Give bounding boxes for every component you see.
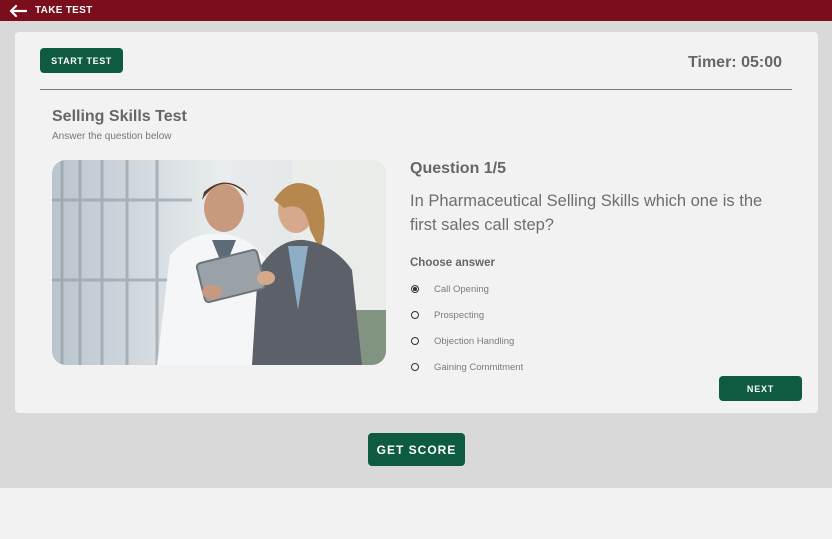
- test-subtitle: Answer the question below: [52, 131, 172, 142]
- question-text: In Pharmaceutical Selling Skills which o…: [410, 192, 763, 234]
- footer-area: [0, 488, 832, 539]
- radio-button[interactable]: [411, 311, 419, 319]
- choose-answer-label: Choose answer: [410, 257, 495, 269]
- answer-option-objection-handling[interactable]: Objection Handling: [411, 334, 514, 348]
- answer-option-call-opening[interactable]: Call Opening: [411, 282, 489, 296]
- answer-option-prospecting[interactable]: Prospecting: [411, 308, 484, 322]
- two-people-with-tablet-illustration: [52, 160, 386, 365]
- test-card: START TEST Timer: 05:00 Selling Skills T…: [15, 32, 818, 413]
- timer: Timer: 05:00: [688, 54, 782, 71]
- radio-button[interactable]: [411, 363, 419, 371]
- question-image: [52, 160, 386, 365]
- test-title: Selling Skills Test: [52, 108, 187, 125]
- answer-option-gaining-commitment[interactable]: Gaining Commitment: [411, 360, 523, 374]
- radio-button[interactable]: [411, 285, 419, 293]
- start-test-button[interactable]: START TEST: [40, 48, 123, 73]
- radio-button[interactable]: [411, 337, 419, 345]
- question-number: Question 1/5: [410, 160, 507, 177]
- arrow-left-icon[interactable]: [9, 4, 29, 18]
- top-bar: TAKE TEST: [0, 0, 832, 21]
- divider: [40, 89, 792, 90]
- page-title: TAKE TEST: [35, 5, 93, 16]
- next-button[interactable]: NEXT: [719, 376, 802, 401]
- get-score-button[interactable]: GET SCORE: [368, 433, 465, 466]
